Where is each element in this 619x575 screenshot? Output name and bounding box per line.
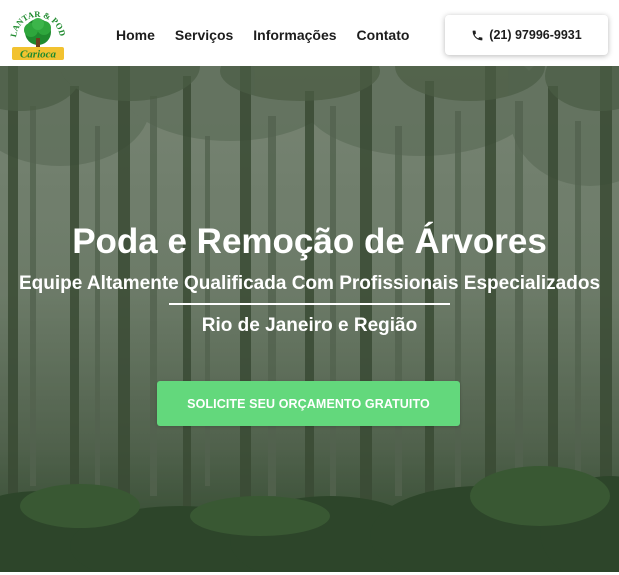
logo[interactable]: PLANTAR & PODA Carioca: [9, 6, 67, 62]
hero-region: Rio de Janeiro e Região: [201, 315, 418, 336]
phone-number: (21) 97996-9931: [489, 28, 582, 42]
nav-servicos[interactable]: Serviços: [175, 25, 233, 45]
logo-script-text: Carioca: [20, 49, 57, 61]
nav-home[interactable]: Home: [116, 25, 155, 45]
phone-icon: [472, 30, 483, 40]
request-quote-label: SOLICITE SEU ORÇAMENTO GRATUITO: [187, 396, 430, 411]
logo-graphic: PLANTAR & PODA Carioca: [9, 6, 67, 61]
nav-informacoes[interactable]: Informações: [253, 25, 336, 45]
site-header: PLANTAR & PODA Carioca Home Serviços Inf…: [0, 0, 619, 66]
main-nav: Home Serviços Informações Contato: [116, 25, 409, 45]
hero-title: Poda e Remoção de Árvores: [72, 222, 547, 261]
request-quote-button[interactable]: SOLICITE SEU ORÇAMENTO GRATUITO: [157, 381, 460, 426]
nav-contato[interactable]: Contato: [357, 25, 410, 45]
phone-button[interactable]: (21) 97996-9931: [445, 15, 608, 55]
hero-subtitle: Equipe Altamente Qualificada Com Profiss…: [18, 273, 601, 294]
hero-divider: [169, 303, 450, 305]
hero-section: Poda e Remoção de Árvores Equipe Altamen…: [0, 66, 619, 572]
